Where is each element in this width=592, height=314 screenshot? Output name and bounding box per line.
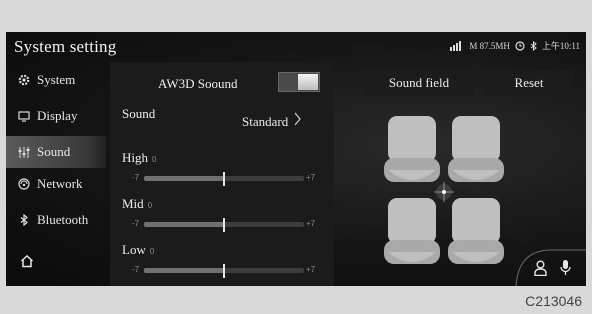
bluetooth-status-icon xyxy=(530,40,537,51)
status-bar: M 87.5MH 上午10:11 xyxy=(450,39,580,52)
eq-band-label: High xyxy=(122,150,148,165)
radio-frequency: M 87.5MH xyxy=(469,40,510,51)
gear-icon xyxy=(15,74,33,86)
eq-low-thumb[interactable] xyxy=(223,264,225,278)
eq-min-label: -7 xyxy=(132,265,140,274)
person-icon[interactable] xyxy=(534,260,547,281)
sidebar-item-label: Sound xyxy=(37,144,71,159)
slider-fill xyxy=(144,176,224,181)
eq-mid-thumb[interactable] xyxy=(223,218,225,232)
clock-icon xyxy=(515,40,525,51)
slider-fill xyxy=(144,222,224,227)
eq-max-label: +7 xyxy=(306,173,316,182)
sidebar-item-sound[interactable]: Sound xyxy=(6,136,106,168)
sound-field-diagram[interactable] xyxy=(378,104,510,286)
home-icon[interactable] xyxy=(20,254,34,273)
reset-button[interactable]: Reset xyxy=(484,70,574,96)
clock-time: 上午10:11 xyxy=(541,41,580,51)
sidebar-item-label: Network xyxy=(37,176,83,191)
aw3d-label: AW3D Soound xyxy=(158,76,238,91)
equalizer-icon xyxy=(15,146,33,158)
sidebar-item-display[interactable]: Display xyxy=(6,100,106,132)
sound-mode-select[interactable]: Standard xyxy=(242,112,301,131)
eq-high-header: High 0 xyxy=(122,150,156,166)
sidebar-item-bluetooth[interactable]: Bluetooth xyxy=(6,204,106,236)
eq-band-label: Mid xyxy=(122,196,144,211)
sidebar-item-system[interactable]: System xyxy=(6,64,106,96)
eq-high-thumb[interactable] xyxy=(223,172,225,186)
eq-min-label: -7 xyxy=(132,173,140,182)
aw3d-toggle[interactable] xyxy=(278,72,320,92)
sidebar-item-label: Display xyxy=(37,108,78,123)
eq-band-value: 0 xyxy=(152,155,157,164)
voice-corner-panel xyxy=(508,246,586,286)
figure-code: C213046 xyxy=(525,293,582,309)
seat-rear-left xyxy=(384,198,440,264)
network-icon xyxy=(15,178,33,190)
eq-band-label: Low xyxy=(122,242,146,257)
eq-low-header: Low 0 xyxy=(122,242,154,258)
sidebar-item-network[interactable]: Network xyxy=(6,168,106,200)
toggle-knob xyxy=(298,74,318,90)
eq-band-value: 0 xyxy=(149,247,155,256)
bluetooth-icon xyxy=(15,214,33,226)
sound-field-button[interactable]: Sound field xyxy=(364,70,474,96)
eq-max-label: +7 xyxy=(306,219,316,228)
page-title: System setting xyxy=(14,37,117,56)
signal-icon xyxy=(450,40,464,51)
sidebar-item-label: System xyxy=(37,72,76,87)
seat-rear-right xyxy=(448,198,504,264)
sound-mode-label: Sound xyxy=(122,106,156,121)
eq-max-label: +7 xyxy=(306,265,316,274)
eq-min-label: -7 xyxy=(132,219,140,228)
seat-front-right xyxy=(448,116,504,182)
chevron-right-icon xyxy=(294,112,301,131)
eq-band-value: 0 xyxy=(147,201,153,210)
infotainment-screen: System setting M 87.5MH 上午10:11 System D… xyxy=(6,32,586,286)
monitor-icon xyxy=(15,110,33,122)
settings-sidebar: System Display Sound Network Bluetooth xyxy=(6,62,106,286)
microphone-icon[interactable] xyxy=(560,259,571,281)
slider-fill xyxy=(144,268,224,273)
sound-mode-value: Standard xyxy=(242,113,289,129)
sidebar-item-label: Bluetooth xyxy=(37,212,89,227)
eq-mid-header: Mid 0 xyxy=(122,196,152,212)
seat-front-left xyxy=(384,116,440,182)
sound-focus-marker[interactable] xyxy=(434,182,454,202)
